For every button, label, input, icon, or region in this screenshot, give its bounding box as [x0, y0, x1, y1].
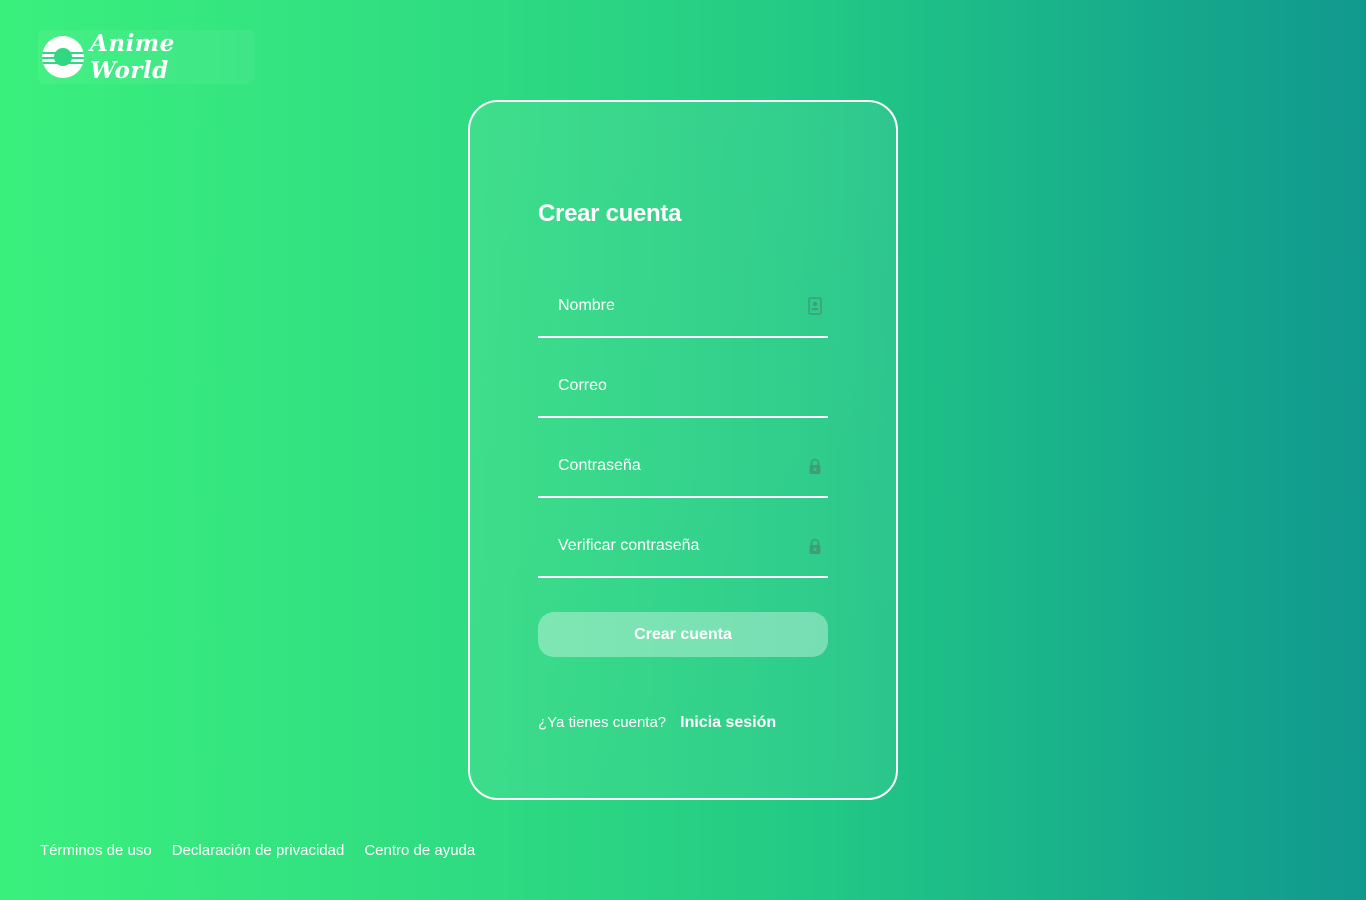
- email-field-label: Correo: [558, 377, 607, 394]
- password-field-label: Contraseña: [558, 457, 641, 474]
- contact-card-icon: [808, 297, 822, 315]
- login-prompt-row: ¿Ya tienes cuenta? Inicia sesión: [538, 714, 776, 732]
- email-field[interactable]: Correo: [538, 370, 828, 418]
- brand-name: Anime World: [90, 30, 175, 84]
- brand-logo[interactable]: Anime World: [38, 30, 254, 84]
- verify-password-field-label: Verificar contraseña: [558, 537, 700, 554]
- login-link[interactable]: Inicia sesión: [680, 714, 776, 732]
- name-field[interactable]: Nombre: [538, 290, 828, 338]
- form-title: Crear cuenta: [538, 200, 682, 227]
- signup-card: Crear cuenta Nombre Correo Contraseña Ve…: [468, 100, 898, 800]
- lock-icon: [809, 458, 821, 474]
- help-center-link[interactable]: Centro de ayuda: [364, 842, 475, 859]
- verify-password-field[interactable]: Verificar contraseña: [538, 530, 828, 578]
- footer-links: Términos de uso Declaración de privacida…: [40, 842, 495, 859]
- terms-link[interactable]: Términos de uso: [40, 842, 152, 859]
- lock-icon: [809, 538, 821, 554]
- name-field-label: Nombre: [558, 297, 615, 314]
- privacy-link[interactable]: Declaración de privacidad: [172, 842, 345, 859]
- sun-logo-icon: [42, 36, 84, 78]
- password-field[interactable]: Contraseña: [538, 450, 828, 498]
- create-account-button[interactable]: Crear cuenta: [538, 612, 828, 657]
- login-question: ¿Ya tienes cuenta?: [538, 714, 667, 731]
